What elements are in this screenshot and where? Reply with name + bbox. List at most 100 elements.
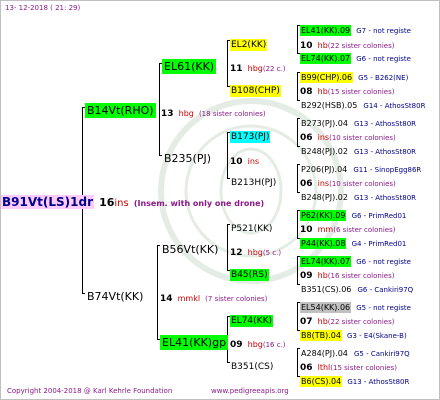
gen2-number: 11 xyxy=(230,64,243,74)
gen2-stats: 09 hbg(16 c.) xyxy=(230,334,286,350)
root-queen[interactable]: B91Vt(LS)1dr 16ins (Insem. with only one… xyxy=(1,193,264,209)
gen3-code[interactable]: B45(RS) xyxy=(230,269,269,281)
gen4-code[interactable]: B99(CHP).06 xyxy=(300,72,354,83)
dam-queen-code[interactable]: B74Vt(KK) xyxy=(85,289,145,304)
gen4-queen[interactable]: B8(TB).04 G3 - E4(Skane-B) xyxy=(300,325,407,341)
gen4-info: G13 - AthosSt80R xyxy=(354,194,417,202)
gen2-stats: 10 ins xyxy=(230,151,259,167)
gen3-queen[interactable]: B351(CS) xyxy=(230,356,274,372)
gen4-code[interactable]: B273(PJ).04 xyxy=(300,118,349,129)
gen4-code[interactable]: B6(CS).04 xyxy=(300,376,343,387)
gen3-queen[interactable]: B108(CHP) xyxy=(230,80,281,97)
gen4-queen[interactable]: B6(CS).04 G13 - AthosSt80R xyxy=(300,371,409,387)
gen4-info: G6 - not registe xyxy=(356,55,411,63)
gen4-code[interactable]: A284(PJ).04 xyxy=(300,348,349,359)
gen4-queen[interactable]: B248(PJ).02 G13 - AthosSt80R xyxy=(300,187,416,203)
pedigree-chart: 13- 12-2018 ( 21: 29) B91Vt(LS)1dr 16ins… xyxy=(0,0,440,400)
gen4-code[interactable]: B292(HSB).05 xyxy=(300,100,358,111)
gen4-code[interactable]: B248(PJ).02 xyxy=(300,192,349,203)
gen4-queen[interactable]: EL74(KK).07 G6 - not registe xyxy=(300,251,411,267)
gen3-code[interactable]: P521(KK) xyxy=(230,223,273,235)
connector-line xyxy=(297,302,298,330)
gen3-queen[interactable]: P521(KK) xyxy=(230,218,273,234)
gen2-code[interactable]: EL41(KK)gp xyxy=(160,335,229,350)
gen4-info: G6 - Cankiri97Q xyxy=(357,286,414,294)
gen2-unit: hbg xyxy=(247,64,263,73)
gen3-queen[interactable]: B45(RS) xyxy=(230,264,269,281)
gen4-queen[interactable]: A284(PJ).04 G5 - Cankiri97Q xyxy=(300,343,410,359)
gen4-queen[interactable]: B292(HSB).05 G14 - AthosSt80R xyxy=(300,95,425,111)
gen4-code[interactable]: EL41(KK).09 xyxy=(300,25,352,36)
gen2-queen[interactable]: EL41(KK)gp xyxy=(160,333,229,350)
gen2-number: 10 xyxy=(230,157,243,167)
connector-line xyxy=(297,164,298,192)
connector-line xyxy=(297,72,298,100)
sire-queen[interactable]: B14Vt(RHO) xyxy=(85,101,156,118)
gen4-code[interactable]: B351(CS).06 xyxy=(300,284,352,295)
gen2-code[interactable]: B56Vt(KK) xyxy=(160,242,220,257)
sire-queen-code[interactable]: B14Vt(RHO) xyxy=(85,103,156,118)
gen2-stats: 11 hbg(22 c.) xyxy=(230,58,286,74)
gen4-queen[interactable]: B351(CS).06 G6 - Cankiri97Q xyxy=(300,279,413,295)
gen4-code[interactable]: EL54(KK).06 xyxy=(300,302,352,313)
gen4-info: G5 - B262(NE) xyxy=(358,74,409,82)
timestamp: 13- 12-2018 ( 21: 29) xyxy=(5,4,81,12)
gen2-unit: hbg xyxy=(247,248,263,257)
connector-line xyxy=(297,210,298,238)
gen3-code[interactable]: B108(CHP) xyxy=(230,85,281,97)
gen4-code[interactable]: EL74(KK).07 xyxy=(300,53,352,64)
gen4-info: G14 - AthosSt80R xyxy=(363,102,426,110)
connector-line xyxy=(157,245,158,339)
website-link[interactable]: www.pedigreeapis.org xyxy=(211,388,289,395)
gen4-code[interactable]: EL74(KK).07 xyxy=(300,256,352,267)
gen3-code[interactable]: B173(PJ) xyxy=(230,131,271,143)
gen3-queen[interactable]: B173(PJ) xyxy=(230,126,271,143)
gen4-queen[interactable]: B248(PJ).02 G13 - AthosSt80R xyxy=(300,141,416,157)
gen4-queen[interactable]: B99(CHP).06 G5 - B262(NE) xyxy=(300,67,408,83)
dam-queen[interactable]: B74Vt(KK) xyxy=(85,287,145,303)
gen3-queen[interactable]: EL2(KK) xyxy=(230,34,268,51)
connector-line xyxy=(297,118,298,146)
gen4-queen[interactable]: EL41(KK).09 G7 - not registe xyxy=(300,20,411,36)
dam-number: 14 xyxy=(160,294,173,304)
root-queen-code[interactable]: B91Vt(LS)1dr xyxy=(1,195,94,209)
gen4-code[interactable]: B8(TB).04 xyxy=(300,330,342,341)
gen4-info: G13 - AthosSt80R xyxy=(354,120,417,128)
gen2-unit: hbg xyxy=(247,340,263,349)
gen4-queen[interactable]: P206(PJ).04 G11 - SinopEgg86R xyxy=(300,159,421,175)
connector-line xyxy=(159,63,160,155)
gen4-code[interactable]: P62(KK).09 xyxy=(300,210,347,221)
gen2-stats: 12 hbg(5 c.) xyxy=(230,242,281,258)
dam-queen-stats: 14 mmkl (7 sister colonies) xyxy=(160,288,267,304)
gen4-code[interactable]: P206(PJ).04 xyxy=(300,164,348,175)
gen4-queen[interactable]: EL54(KK).06 G5 - not registe xyxy=(300,297,411,313)
gen2-code[interactable]: EL61(KK) xyxy=(162,59,217,74)
gen4-queen[interactable]: P44(KK).08 G4 - PrimRed01 xyxy=(300,233,406,249)
gen3-code[interactable]: B351(CS) xyxy=(230,361,274,373)
gen4-queen[interactable]: P62(KK).09 G6 - PrimRed01 xyxy=(300,205,406,221)
root-queen-note: (Insem. with only one drone) xyxy=(133,199,265,208)
gen4-code[interactable]: B248(PJ).02 xyxy=(300,146,349,157)
gen2-unit: ins xyxy=(247,157,260,166)
sire-number: 13 xyxy=(161,109,174,119)
gen2-queen[interactable]: B56Vt(KK) xyxy=(160,240,220,256)
gen3-queen[interactable]: B213H(PJ) xyxy=(230,172,277,188)
gen4-info: G5 - Cankiri97Q xyxy=(353,350,410,358)
gen4-info: G7 - not registe xyxy=(356,27,411,35)
gen2-description: (22 c.) xyxy=(262,65,286,73)
gen3-code[interactable]: EL2(KK) xyxy=(230,39,268,51)
gen2-queen[interactable]: EL61(KK) xyxy=(162,57,217,74)
connector-line xyxy=(227,224,228,270)
gen3-queen[interactable]: EL74(KK) xyxy=(230,310,273,327)
gen2-queen[interactable]: B235(PJ) xyxy=(162,149,213,165)
connector-line xyxy=(227,132,228,178)
gen3-code[interactable]: EL74(KK) xyxy=(230,315,273,327)
gen2-description: (5 c.) xyxy=(262,249,282,257)
gen4-code[interactable]: P44(KK).08 xyxy=(300,238,347,249)
gen4-info: G5 - not registe xyxy=(356,304,411,312)
gen4-queen[interactable]: B273(PJ).04 G13 - AthosSt80R xyxy=(300,113,416,129)
gen4-queen[interactable]: EL74(KK).07 G6 - not registe xyxy=(300,48,411,64)
gen3-code[interactable]: B213H(PJ) xyxy=(230,177,277,189)
gen4-info: G6 - PrimRed01 xyxy=(351,212,407,220)
gen2-code[interactable]: B235(PJ) xyxy=(162,151,213,166)
